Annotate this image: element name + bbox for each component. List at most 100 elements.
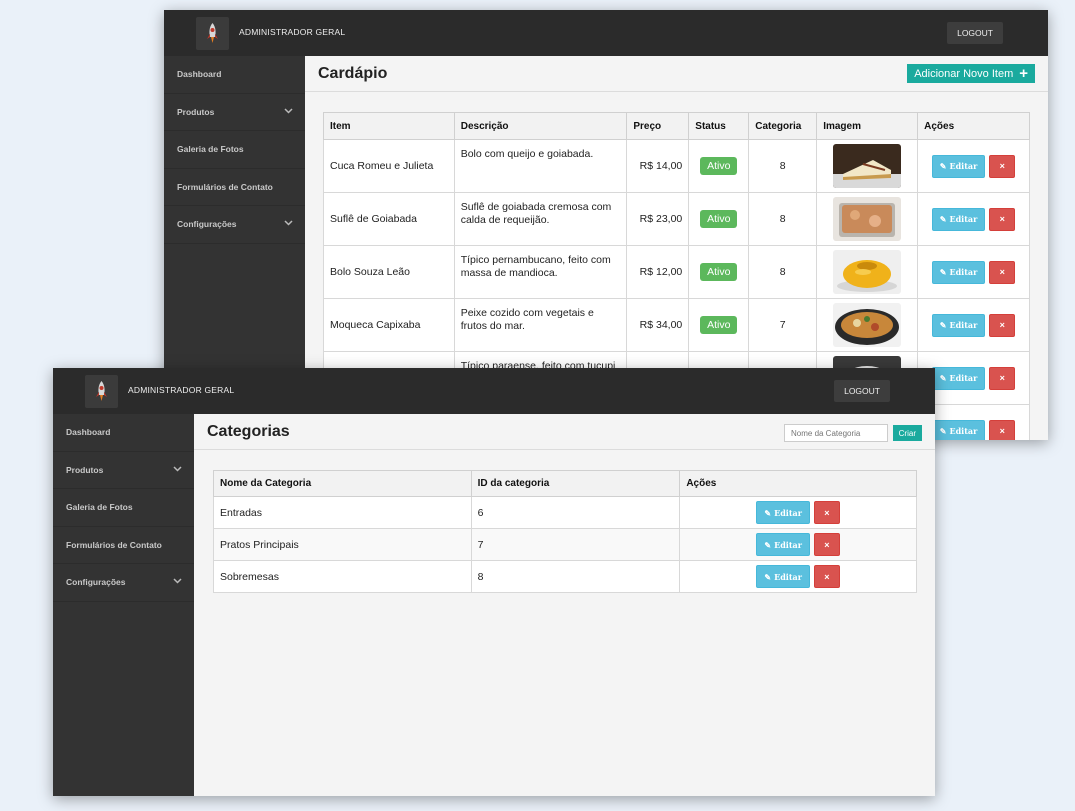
pencil-icon: ✎ <box>939 373 947 383</box>
food-photo-souffle <box>833 197 902 241</box>
sidebar-item-label: Configurações <box>66 577 126 588</box>
logout-button[interactable]: LOGOUT <box>834 380 890 402</box>
delete-button[interactable]: × <box>813 565 840 588</box>
category-name: Pratos Principais <box>213 528 472 561</box>
rocket-logo-icon[interactable] <box>196 17 229 50</box>
status-badge: Ativo <box>700 210 738 228</box>
categories-table: Nome da Categoria ID da categoria Ações … <box>213 470 917 593</box>
add-item-label: Adicionar Novo Item <box>914 67 1014 80</box>
close-icon: × <box>824 539 830 550</box>
divider <box>194 449 935 450</box>
delete-button[interactable]: × <box>989 207 1016 231</box>
food-photo-cheesecake <box>833 144 902 188</box>
item-name: Moqueca Capixaba <box>323 298 455 352</box>
sidebar-item-configuracoes[interactable]: Configurações <box>53 564 194 602</box>
sidebar-item-label: Formulários de Contato <box>177 181 273 192</box>
sidebar-item-dashboard[interactable]: Dashboard <box>53 414 194 452</box>
table-row: Suflê de Goiabada Suflê de goiabada crem… <box>323 192 1030 246</box>
item-description: Suflê de goiabada cremosa com calda de r… <box>453 192 628 246</box>
item-description: Peixe cozido com vegetais e frutos do ma… <box>453 298 628 352</box>
close-icon: × <box>824 507 830 518</box>
sidebar-item-label: Produtos <box>177 106 215 117</box>
pencil-icon: ✎ <box>764 539 772 550</box>
sidebar-item-formularios[interactable]: Formulários de Contato <box>53 527 194 564</box>
rocket-logo-icon[interactable] <box>85 375 118 408</box>
close-icon: × <box>999 267 1005 277</box>
sidebar-item-produtos[interactable]: Produtos <box>53 452 194 489</box>
item-price: R$ 14,00 <box>626 139 690 193</box>
edit-button[interactable]: ✎ Editar <box>756 565 810 588</box>
sidebar-item-dashboard[interactable]: Dashboard <box>164 56 305 94</box>
pencil-icon: ✎ <box>939 214 947 224</box>
edit-button[interactable]: ✎ Editar <box>931 419 986 440</box>
close-icon: × <box>999 214 1005 224</box>
delete-button[interactable]: × <box>989 366 1016 390</box>
table-row: Cuca Romeu e Julieta Bolo com queijo e g… <box>323 139 1030 193</box>
edit-button[interactable]: ✎ Editar <box>756 501 810 524</box>
status-badge: Ativo <box>700 157 738 175</box>
delete-button[interactable]: × <box>813 501 840 524</box>
delete-button[interactable]: × <box>989 419 1016 440</box>
sidebar-item-label: Produtos <box>66 464 104 475</box>
categories-admin-window: ADMINISTRADOR GERAL LOGOUT Dashboard Pro… <box>53 368 935 796</box>
item-category: 8 <box>748 245 818 299</box>
close-icon: × <box>999 161 1005 171</box>
sidebar-item-formularios[interactable]: Formulários de Contato <box>164 169 305 206</box>
create-category-button[interactable]: Criar <box>892 425 922 441</box>
table-row: Sobremesas 8 ✎ Editar × <box>213 560 917 593</box>
item-name: Bolo Souza Leão <box>323 245 455 299</box>
admin-title: ADMINISTRADOR GERAL <box>128 385 235 395</box>
sidebar-item-galeria[interactable]: Galeria de Fotos <box>53 489 194 527</box>
item-category: 7 <box>748 298 818 352</box>
column-header: Nome da Categoria <box>213 470 472 497</box>
sidebar-item-produtos[interactable]: Produtos <box>164 94 305 131</box>
column-header: Ações <box>679 470 917 497</box>
table-header-row: Nome da Categoria ID da categoria Ações <box>213 470 917 497</box>
edit-button[interactable]: ✎ Editar <box>931 260 986 284</box>
delete-button[interactable]: × <box>813 533 840 556</box>
pencil-icon: ✎ <box>939 267 947 277</box>
sidebar-item-label: Formulários de Contato <box>66 539 162 550</box>
item-name: Cuca Romeu e Julieta <box>323 139 455 193</box>
sidebar-item-label: Galeria de Fotos <box>177 144 244 155</box>
column-header: ID da categoria <box>470 470 681 497</box>
add-item-button[interactable]: Adicionar Novo Item + <box>907 64 1035 83</box>
logout-button[interactable]: LOGOUT <box>947 22 1003 44</box>
delete-button[interactable]: × <box>989 154 1016 178</box>
category-name: Sobremesas <box>213 560 472 593</box>
delete-button[interactable]: × <box>989 260 1016 284</box>
edit-button[interactable]: ✎ Editar <box>931 154 986 178</box>
admin-title: ADMINISTRADOR GERAL <box>239 27 346 37</box>
category-name: Entradas <box>213 496 472 529</box>
edit-button[interactable]: ✎ Editar <box>931 313 986 337</box>
category-id: 8 <box>470 560 681 593</box>
column-header: Item <box>323 112 455 140</box>
category-name-input[interactable] <box>784 424 888 442</box>
pencil-icon: ✎ <box>764 571 772 582</box>
edit-button[interactable]: ✎ Editar <box>756 533 810 556</box>
pencil-icon: ✎ <box>764 507 772 518</box>
table-row: Bolo Souza Leão Típico pernambucano, fei… <box>323 245 1030 299</box>
item-price: R$ 34,00 <box>626 298 690 352</box>
item-price: R$ 12,00 <box>626 245 690 299</box>
sidebar-item-galeria[interactable]: Galeria de Fotos <box>164 131 305 169</box>
chevron-down-icon <box>173 578 182 584</box>
sidebar-item-label: Galeria de Fotos <box>66 502 133 513</box>
chevron-down-icon <box>284 220 293 226</box>
item-category: 8 <box>748 192 818 246</box>
close-icon: × <box>999 373 1005 383</box>
sidebar-item-configuracoes[interactable]: Configurações <box>164 206 305 244</box>
close-icon: × <box>824 571 830 582</box>
sidebar-item-label: Configurações <box>177 219 237 230</box>
edit-button[interactable]: ✎ Editar <box>931 366 986 390</box>
item-description: Típico pernambucano, feito com massa de … <box>453 245 628 299</box>
delete-button[interactable]: × <box>989 313 1016 337</box>
top-navbar: ADMINISTRADOR GERAL LOGOUT <box>164 10 1048 56</box>
sidebar: Dashboard Produtos Galeria de Fotos Form… <box>53 414 194 796</box>
food-photo-pudding <box>833 250 902 294</box>
column-header: Descrição <box>453 112 628 140</box>
main-content: Categorias Criar Nome da Categoria ID da… <box>194 414 935 796</box>
close-icon: × <box>999 320 1005 330</box>
edit-button[interactable]: ✎ Editar <box>931 207 986 231</box>
item-name: Suflê de Goiabada <box>323 192 455 246</box>
